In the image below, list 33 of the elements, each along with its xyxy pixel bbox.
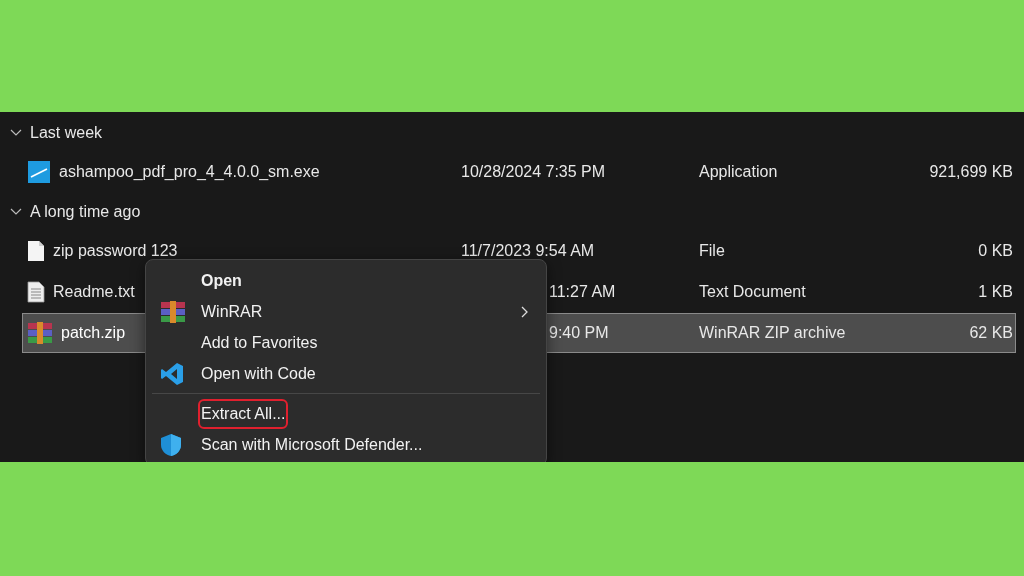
- file-type: File: [699, 242, 725, 259]
- text-file-icon: [27, 281, 45, 303]
- date-modified: 9:40 PM: [549, 324, 609, 341]
- file-size: 1 KB: [978, 283, 1013, 300]
- chevron-icon[interactable]: [10, 128, 22, 137]
- file-name[interactable]: patch.zip: [61, 321, 126, 345]
- archive-icon: [27, 322, 53, 344]
- menu-item[interactable]: Add to Favorites: [150, 327, 542, 358]
- archive-icon: [160, 300, 186, 323]
- shield-icon: [160, 432, 182, 457]
- file-icon: [27, 240, 45, 262]
- file-name[interactable]: Readme.txt: [53, 280, 135, 304]
- file-size: 0 KB: [978, 242, 1013, 259]
- menu-item[interactable]: Open: [150, 265, 542, 296]
- menu-item[interactable]: Open with Code: [150, 358, 542, 389]
- group-header[interactable]: Last week: [30, 120, 103, 145]
- file-size: 921,699 KB: [929, 163, 1013, 180]
- code-editor-icon: [160, 361, 184, 386]
- file-type: WinRAR ZIP archive: [699, 324, 846, 341]
- date-modified: 11/7/2023 9:54 AM: [461, 242, 595, 259]
- menu-item[interactable]: Scan with Microsoft Defender...: [150, 429, 542, 460]
- chevron-icon[interactable]: [10, 207, 22, 216]
- file-name[interactable]: ashampoo_pdf_pro_4_4.0.0_sm.exe: [59, 160, 320, 184]
- app-icon: [27, 160, 51, 184]
- group-header[interactable]: A long time ago: [30, 199, 141, 224]
- file-size: 62 KB: [969, 324, 1013, 341]
- menu-item[interactable]: Extract All...: [150, 398, 542, 429]
- date-modified: 10/28/2024 7:35 PM: [461, 163, 606, 180]
- menu-item[interactable]: WinRAR: [150, 296, 542, 327]
- file-name[interactable]: zip password 123: [53, 239, 178, 263]
- file-type: Application: [699, 163, 778, 180]
- date-modified: 11:27 AM: [549, 283, 616, 300]
- file-type: Text Document: [699, 283, 806, 300]
